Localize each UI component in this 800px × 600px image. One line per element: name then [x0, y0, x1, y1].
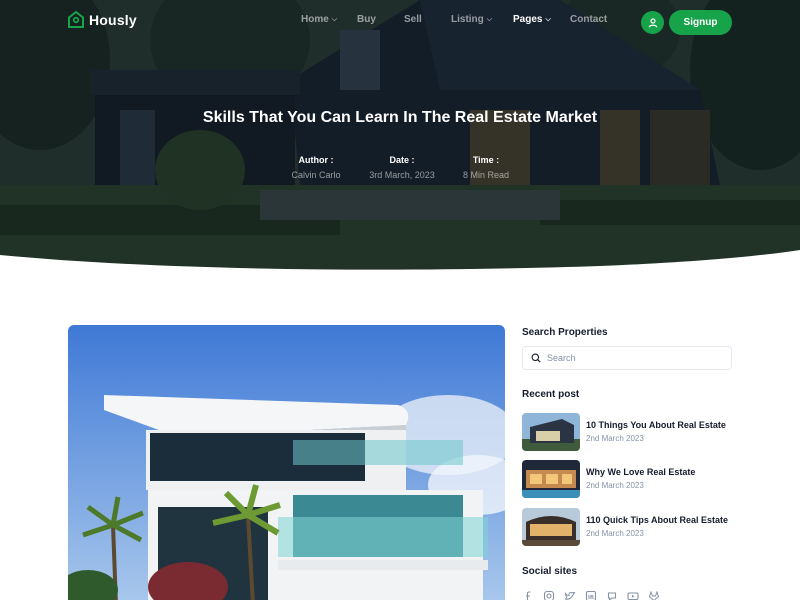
nav-item-label: Contact	[570, 14, 608, 25]
modern-house-image	[68, 325, 505, 600]
meta-label: Author :	[298, 155, 334, 165]
nav-item-label: Pages	[513, 14, 543, 25]
hero-overlay	[0, 0, 800, 275]
house-thumbnail-image	[522, 413, 580, 451]
recent-post-title: Why We Love Real Estate	[586, 467, 696, 477]
nav-item-home[interactable]: Home ⌵	[301, 14, 337, 25]
meta-value: Calvin Carlo	[291, 170, 341, 180]
search-icon	[531, 353, 541, 363]
recent-post-item[interactable]: 10 Things You About Real Estate 2nd Marc…	[522, 413, 737, 453]
signup-button[interactable]: Signup	[669, 10, 732, 35]
recent-post-title: 10 Things You About Real Estate	[586, 420, 726, 430]
nav-item-label: Home	[301, 14, 329, 25]
nav-item-contact[interactable]: Contact	[570, 14, 607, 25]
featured-post-image	[68, 325, 505, 600]
nav-item-label: Buy	[357, 14, 376, 25]
search-input[interactable]	[547, 353, 717, 363]
nav-item-listing[interactable]: Listing ⌵	[451, 14, 492, 25]
youtube-icon[interactable]	[627, 590, 639, 600]
recent-post-date: 2nd March 2023	[586, 481, 644, 490]
twitter-icon[interactable]	[564, 590, 576, 600]
github-icon[interactable]	[606, 590, 618, 600]
nav-item-pages[interactable]: Pages ⌵	[513, 14, 551, 25]
house-thumbnail-image	[522, 508, 580, 546]
gitlab-icon[interactable]	[648, 590, 660, 600]
recent-post-item[interactable]: Why We Love Real Estate 2nd March 2023	[522, 460, 737, 500]
chevron-down-icon: ⌵	[331, 16, 338, 23]
post-meta-author: Author : Calvin Carlo	[266, 155, 366, 180]
house-thumbnail-image	[522, 460, 580, 498]
recent-post-date: 2nd March 2023	[586, 529, 644, 538]
meta-label: Time :	[472, 155, 500, 165]
recent-post-title: 110 Quick Tips About Real Estate	[586, 515, 729, 525]
search-properties-heading: Search Properties	[522, 327, 608, 338]
linkedin-icon[interactable]	[585, 590, 597, 600]
user-account-button[interactable]	[641, 11, 664, 34]
recent-post-heading: Recent post	[522, 389, 580, 400]
meta-value: 8 Min Read	[462, 170, 510, 180]
nav-item-sell[interactable]: Sell	[404, 14, 422, 25]
recent-post-thumbnail	[522, 460, 580, 498]
post-meta-time: Time : 8 Min Read	[436, 155, 536, 180]
recent-post-item[interactable]: 110 Quick Tips About Real Estate 2nd Mar…	[522, 508, 737, 548]
nav-item-label: Sell	[404, 14, 422, 25]
recent-post-thumbnail	[522, 508, 580, 546]
social-sites-heading: Social sites	[522, 566, 578, 577]
chevron-down-icon: ⌵	[545, 16, 551, 23]
nav-item-label: Listing	[451, 14, 484, 25]
nav-item-buy[interactable]: Buy	[357, 14, 376, 25]
page-title: Skills That You Can Learn In The Real Es…	[202, 109, 598, 126]
facebook-icon[interactable]	[522, 590, 534, 600]
chevron-down-icon: ⌵	[486, 16, 493, 23]
hero-wave-divider	[0, 250, 800, 275]
instagram-icon[interactable]	[543, 590, 555, 600]
social-links	[522, 590, 660, 600]
recent-post-date: 2nd March 2023	[586, 434, 644, 443]
hero-banner	[0, 0, 800, 275]
search-box[interactable]	[522, 346, 732, 370]
recent-post-thumbnail	[522, 413, 580, 451]
user-icon	[648, 17, 657, 27]
